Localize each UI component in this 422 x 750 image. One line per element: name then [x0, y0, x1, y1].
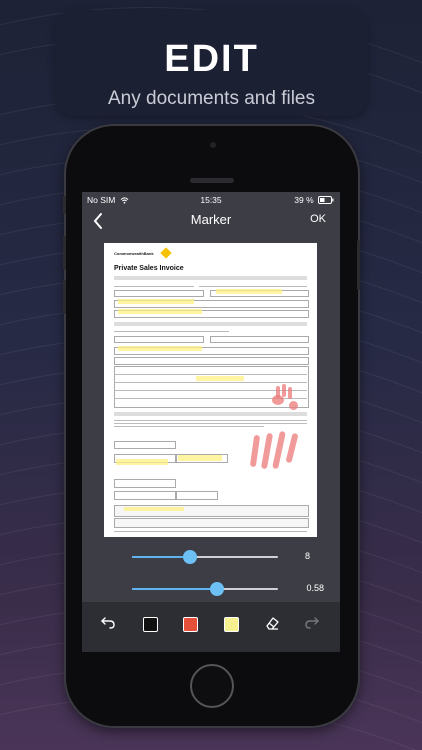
size-value: 8: [304, 551, 310, 561]
marker-stroke: [260, 432, 274, 470]
marker-highlight: [118, 299, 194, 304]
status-bar: No SIM 15:35 39 %: [82, 192, 340, 208]
speaker-grille: [190, 178, 234, 183]
opacity-value: 0.58: [306, 583, 324, 593]
marker-stroke: [289, 401, 298, 410]
undo-icon[interactable]: [100, 615, 116, 631]
doc-line: [114, 286, 194, 287]
color-swatch-red[interactable]: [183, 617, 198, 632]
marker-toolbar: [82, 602, 340, 652]
bank-logo-icon: [160, 247, 172, 259]
doc-line: [114, 382, 307, 383]
doc-field: [114, 491, 176, 500]
doc-section-header: [114, 276, 307, 280]
document-title: Private Sales Invoice: [114, 265, 184, 272]
promo-banner: EDIT Any documents and files: [55, 10, 368, 116]
size-slider-fill: [132, 556, 191, 558]
banner-subtitle: Any documents and files: [107, 88, 315, 109]
nav-bar: Marker OK: [82, 208, 340, 236]
doc-notice: [114, 518, 309, 528]
doc-line: [114, 423, 307, 424]
power-button: [357, 240, 360, 290]
doc-field: [114, 357, 309, 365]
mute-switch: [63, 196, 66, 214]
banner-title: EDIT: [164, 38, 259, 80]
eraser-icon[interactable]: [264, 615, 280, 631]
opacity-slider-fill: [132, 588, 217, 590]
ok-button[interactable]: OK: [310, 213, 326, 225]
doc-line: [114, 420, 307, 421]
size-slider[interactable]: [132, 550, 278, 564]
doc-field: [114, 479, 176, 488]
doc-field: [114, 336, 204, 343]
redo-icon[interactable]: [304, 615, 320, 631]
size-slider-knob[interactable]: [183, 550, 198, 564]
color-swatch-yellow[interactable]: [224, 617, 239, 632]
battery-text: 39 %: [294, 195, 314, 205]
marker-highlight: [178, 455, 222, 461]
marker-highlight: [118, 309, 202, 314]
battery-icon: [318, 196, 334, 204]
app-screen: No SIM 15:35 39 % Marker OK Commonwealth…: [82, 192, 340, 652]
opacity-slider[interactable]: [132, 582, 278, 596]
volume-down-button: [63, 280, 66, 314]
marker-stroke: [288, 387, 292, 399]
doc-field: [210, 336, 309, 343]
marker-stroke: [272, 395, 284, 405]
doc-line: [114, 531, 307, 532]
home-button[interactable]: [190, 664, 234, 708]
battery-status: 39 %: [294, 195, 334, 205]
marker-stroke: [285, 432, 299, 464]
marker-highlight: [118, 346, 202, 351]
doc-line: [199, 286, 307, 287]
slider-panel: 8 0.58: [82, 542, 340, 602]
doc-field: [114, 290, 204, 297]
volume-up-button: [63, 236, 66, 270]
marker-highlight: [116, 459, 168, 465]
opacity-slider-knob[interactable]: [209, 582, 224, 596]
marker-stroke: [282, 384, 286, 397]
marker-stroke: [249, 434, 261, 468]
marker-stroke: [272, 430, 286, 470]
document-preview[interactable]: CommonwealthBank Private Sales Invoice: [104, 243, 317, 537]
doc-field: [114, 441, 176, 449]
doc-line: [114, 426, 264, 427]
marker-highlight: [216, 289, 282, 294]
doc-field: [176, 491, 218, 500]
doc-section-header: [114, 412, 307, 416]
color-swatch-black[interactable]: [143, 617, 158, 632]
front-camera: [210, 142, 216, 148]
nav-title: Marker: [190, 212, 232, 227]
doc-section-header: [114, 322, 307, 326]
document-brand: CommonwealthBank: [114, 251, 154, 256]
doc-line: [114, 331, 229, 332]
marker-highlight: [196, 376, 244, 381]
doc-line: [114, 374, 307, 375]
marker-highlight: [124, 507, 184, 511]
